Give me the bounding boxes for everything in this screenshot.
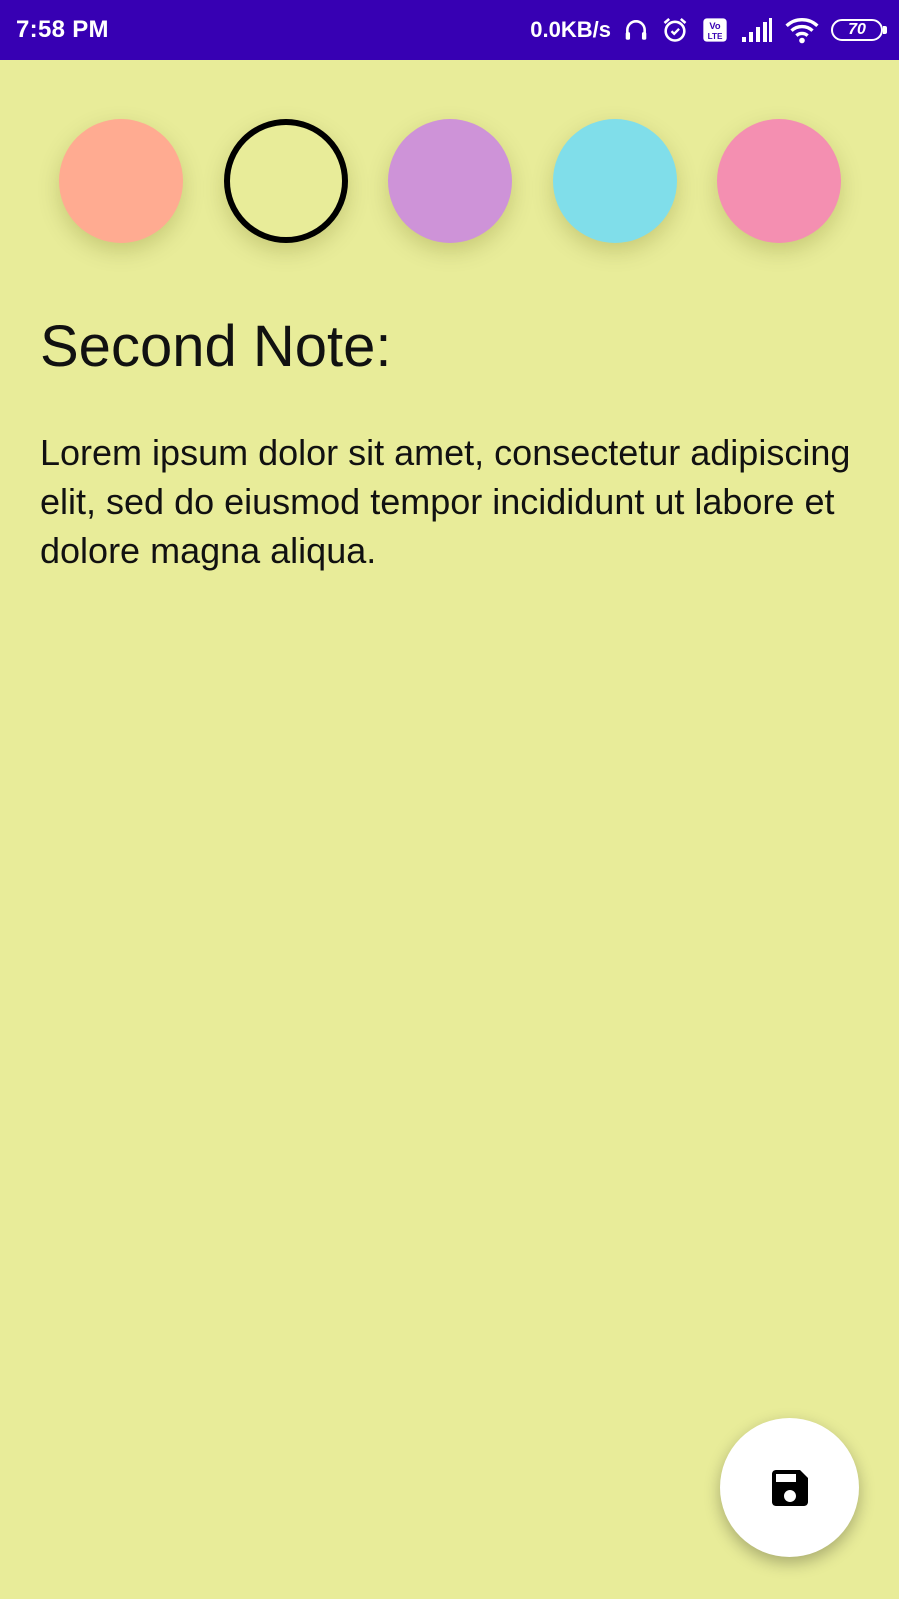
battery-icon: 70 <box>831 19 887 41</box>
color-swatch-salmon[interactable] <box>59 119 183 243</box>
note-body-input[interactable]: Lorem ipsum dolor sit amet, consectetur … <box>40 428 860 575</box>
status-indicators: 0.0KB/s Vo LTE 70 <box>530 16 887 44</box>
alarm-icon <box>661 16 689 44</box>
wifi-icon <box>785 16 819 44</box>
color-swatch-pink[interactable] <box>717 119 841 243</box>
note-title-input[interactable]: Second Note: <box>40 312 860 382</box>
svg-text:LTE: LTE <box>708 32 723 41</box>
color-swatch-cyan[interactable] <box>552 119 677 243</box>
color-swatch-yellow-selected[interactable] <box>223 119 348 243</box>
headset-icon <box>623 17 649 43</box>
save-icon <box>771 1469 808 1506</box>
volte-icon: Vo LTE <box>701 16 729 44</box>
color-picker <box>59 119 841 243</box>
battery-level: 70 <box>848 21 866 38</box>
network-speed: 0.0KB/s <box>530 17 611 42</box>
status-bar: 7:58 PM 0.0KB/s Vo LTE 70 <box>0 0 899 60</box>
save-button[interactable] <box>720 1418 859 1557</box>
svg-text:Vo: Vo <box>709 21 721 31</box>
color-swatch-purple[interactable] <box>388 119 512 243</box>
signal-icon <box>741 17 773 43</box>
status-time: 7:58 PM <box>16 16 109 43</box>
